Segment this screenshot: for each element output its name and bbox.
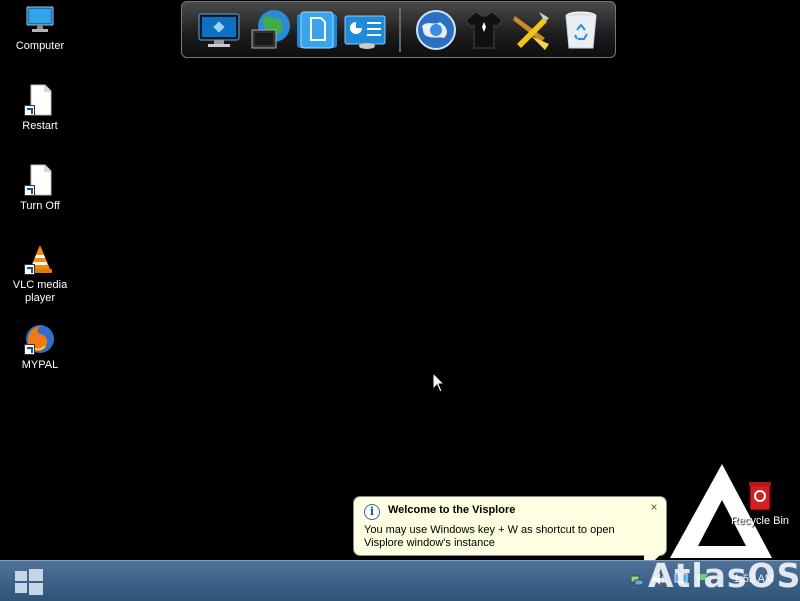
network-icon[interactable]	[630, 572, 644, 586]
recycle-bin-icon	[565, 11, 597, 49]
dock-item-network[interactable]	[248, 8, 292, 52]
dock-bar	[181, 1, 616, 58]
firefox-icon	[24, 323, 56, 355]
tshirt-icon	[465, 11, 503, 49]
desktop-icon-turn-off[interactable]: Turn Off	[0, 164, 80, 213]
tools-icon	[513, 12, 549, 50]
windows-logo-icon	[15, 569, 43, 595]
shortcut-arrow-icon	[24, 185, 35, 196]
dock-item-recycle-bin[interactable]	[559, 8, 603, 52]
desktop-icon-computer[interactable]: Computer	[0, 4, 80, 53]
network-globe-icon	[251, 10, 290, 49]
vlc-icon	[24, 243, 56, 275]
desktop-icon-label: Recycle Bin	[730, 515, 790, 527]
dock-item-globe[interactable]	[414, 8, 458, 52]
shortcut-arrow-icon	[24, 105, 35, 116]
balloon-message: You may use Windows key + W as shortcut …	[364, 524, 615, 549]
info-icon: i	[364, 504, 380, 520]
notification-balloon[interactable]: i Welcome to the Visplore × You may use …	[353, 496, 667, 571]
desktop-icon-label: MYPAL	[21, 359, 59, 371]
shortcut-arrow-icon	[24, 264, 35, 275]
atlas-watermark: AtlasOS	[648, 556, 800, 595]
desktop-icon-label: Turn Off	[20, 200, 60, 212]
desktop-icon-restart[interactable]: Restart	[0, 84, 80, 133]
desktop-icon-label: Restart	[22, 120, 58, 132]
dock-item-documents[interactable]	[295, 8, 339, 52]
documents-folder-icon	[297, 11, 337, 49]
monitor-icon	[198, 13, 240, 47]
dock-separator	[399, 8, 401, 52]
desktop-icon-mypal[interactable]: MYPAL	[0, 323, 80, 372]
document-icon	[24, 84, 56, 116]
dock-item-tshirt[interactable]	[462, 8, 506, 52]
balloon-title: Welcome to the Visplore	[388, 504, 516, 516]
desktop-icon-vlc[interactable]: VLC media player	[0, 243, 80, 305]
desktop-icon-label: VLC media player	[12, 279, 68, 304]
computer-icon	[24, 4, 56, 36]
control-panel-icon	[344, 15, 386, 49]
dock-item-monitor[interactable]	[197, 8, 241, 52]
mouse-pointer-icon	[432, 372, 446, 393]
recycle-bin-icon	[749, 482, 771, 511]
shortcut-arrow-icon	[24, 344, 35, 355]
document-icon	[24, 164, 56, 196]
desktop-icon-label: Computer	[15, 40, 65, 52]
desktop-icon-recycle-bin[interactable]: Recycle Bin	[730, 480, 790, 527]
dock-item-control-panel[interactable]	[343, 8, 387, 52]
start-button[interactable]	[14, 569, 44, 595]
dock-item-tools[interactable]	[509, 8, 553, 52]
close-icon[interactable]: ×	[648, 501, 660, 513]
globe-icon	[416, 10, 456, 50]
